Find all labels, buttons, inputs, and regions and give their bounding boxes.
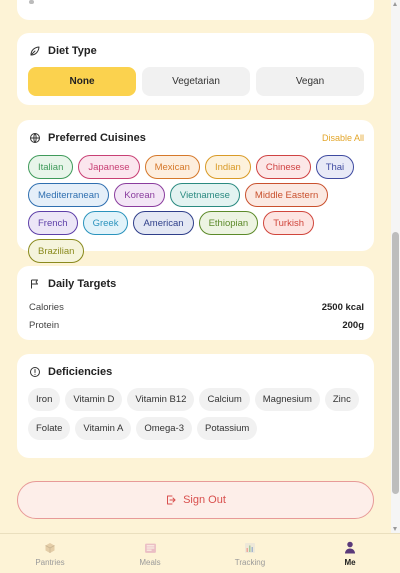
alert-circle-icon (30, 367, 40, 377)
cuisine-chip-greek[interactable]: Greek (82, 211, 129, 235)
cuisine-chip-mexican[interactable]: Mexican (144, 155, 200, 179)
deficiency-chip-zinc[interactable]: Zinc (324, 388, 359, 411)
deficiencies-label: Deficiencies (48, 366, 113, 378)
scroll-up-arrow-icon[interactable] (393, 2, 397, 6)
diet-type-card: Diet Type None Vegetarian Vegan (17, 33, 374, 105)
logout-icon (167, 495, 176, 505)
cuisine-chip-mediterranean[interactable]: Mediterranean (28, 183, 110, 207)
diet-option-vegetarian[interactable]: Vegetarian (142, 67, 250, 96)
cuisine-chip-italian[interactable]: Italian (28, 155, 74, 179)
nav-label: Tracking (234, 557, 266, 567)
box-icon (43, 541, 57, 555)
nav-label: Pantries (35, 557, 65, 567)
nav-item-pantries[interactable]: Pantries (0, 534, 100, 573)
scrollbar-thumb[interactable] (392, 232, 399, 494)
cuisine-chip-korean[interactable]: Korean (114, 183, 165, 207)
scroll-down-arrow-icon[interactable] (393, 527, 397, 531)
previous-card-stub (29, 0, 34, 4)
deficiencies-card: Deficiencies Iron Vitamin D Vitamin B12 Cal… (17, 354, 374, 458)
preferred-cuisines-card: Preferred Cuisines Disable All Italian Ja… (17, 120, 374, 263)
cuisine-chip-french[interactable]: French (28, 211, 78, 235)
meals-icon (143, 541, 157, 555)
target-value: 200g (342, 320, 364, 331)
cuisine-chip-indian[interactable]: Indian (204, 155, 251, 179)
sign-out-button[interactable]: Sign Out (17, 481, 374, 519)
diet-option-vegan[interactable]: Vegan (256, 67, 364, 96)
deficiency-chip-vitamin-d[interactable]: Vitamin D (65, 388, 123, 411)
nav-label: Meals (139, 557, 161, 567)
cuisine-chip-ethiopian[interactable]: Ethiopian (198, 211, 259, 235)
deficiency-chip-calcium[interactable]: Calcium (199, 388, 250, 411)
target-row-calories: Calories 2500 kcal (29, 302, 364, 313)
nav-item-meals[interactable]: Meals (100, 534, 200, 573)
deficiency-chip-iron[interactable]: Iron (28, 388, 61, 411)
scroll-viewport[interactable]: Diet Type None Vegetarian Vegan Preferre… (0, 0, 391, 533)
disable-all-button[interactable]: Disable All (322, 133, 364, 143)
nav-item-tracking[interactable]: Tracking (200, 534, 300, 573)
globe-icon (30, 133, 40, 143)
deficiency-chip-vitamin-b12[interactable]: Vitamin B12 (127, 388, 195, 411)
target-value: 2500 kcal (321, 302, 364, 313)
preferred-cuisines-title: Preferred Cuisines (29, 132, 146, 144)
deficiency-chip-potassium[interactable]: Potassium (196, 417, 258, 440)
cuisine-chip-vietnamese[interactable]: Vietnamese (169, 183, 240, 207)
cuisine-chip-middle-eastern[interactable]: Middle Eastern (244, 183, 329, 207)
cuisine-chip-japanese[interactable]: Japanese (78, 155, 140, 179)
target-row-protein: Protein 200g (29, 320, 364, 331)
cuisine-chip-turkish[interactable]: Turkish (263, 211, 314, 235)
daily-targets-card: Daily Targets Calories 2500 kcal Protein… (17, 266, 374, 340)
deficiency-chip-folate[interactable]: Folate (28, 417, 71, 440)
daily-targets-title: Daily Targets (29, 278, 116, 290)
diet-options: None Vegetarian Vegan (28, 67, 364, 96)
cuisine-chips: Italian Japanese Mexican Indian Chinese Thai M… (28, 155, 368, 263)
daily-targets-label: Daily Targets (48, 278, 117, 290)
cuisine-chip-chinese[interactable]: Chinese (255, 155, 311, 179)
cuisine-chip-american[interactable]: American (133, 211, 194, 235)
nav-item-me[interactable]: Me (300, 534, 400, 573)
preferred-cuisines-label: Preferred Cuisines (48, 132, 146, 144)
cuisine-chip-brazilian[interactable]: Brazilian (28, 239, 85, 263)
diet-option-none[interactable]: None (28, 67, 136, 96)
diet-type-label: Diet Type (48, 45, 97, 57)
leaf-icon (30, 46, 40, 56)
deficiency-chip-magnesium[interactable]: Magnesium (254, 388, 320, 411)
sign-out-label: Sign Out (183, 494, 226, 506)
previous-card (17, 0, 374, 20)
flag-icon (31, 279, 38, 289)
scrollbar[interactable] (391, 0, 400, 533)
person-icon (343, 541, 357, 555)
deficiencies-title: Deficiencies (29, 366, 112, 378)
cuisine-chip-thai[interactable]: Thai (315, 155, 355, 179)
chart-icon (243, 541, 257, 555)
deficiency-chip-vitamin-a[interactable]: Vitamin A (75, 417, 132, 440)
target-label: Protein (29, 320, 60, 331)
deficiency-chips: Iron Vitamin D Vitamin B12 Calcium Magnesium… (28, 388, 363, 440)
target-label: Calories (29, 302, 64, 313)
bottom-navigation: Pantries Meals Tracking Me (0, 533, 400, 573)
nav-label: Me (344, 557, 356, 567)
diet-type-title: Diet Type (29, 45, 97, 57)
deficiency-chip-omega-3[interactable]: Omega-3 (136, 417, 192, 440)
